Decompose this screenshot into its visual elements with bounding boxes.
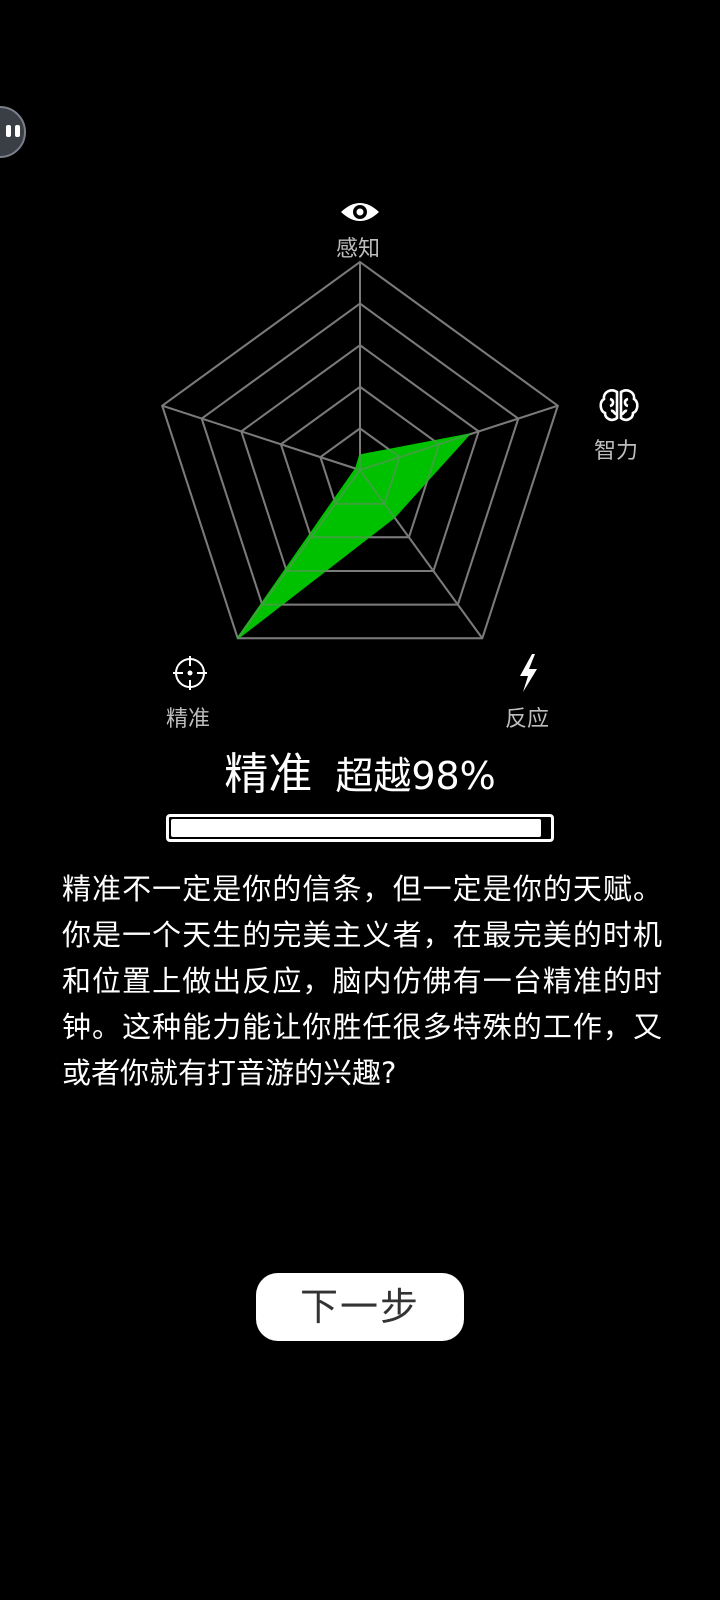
axis-label-perception: 感知 <box>336 237 381 262</box>
eye-icon <box>341 203 379 221</box>
result-surpass: 超越98% <box>335 754 496 798</box>
crosshair-icon <box>173 656 207 690</box>
axis-label-intelligence: 智力 <box>594 439 639 464</box>
radar-grid-overlay <box>161 260 559 640</box>
brain-icon <box>599 389 639 422</box>
lightning-icon <box>520 654 537 692</box>
result-progress-bar <box>166 814 554 842</box>
radar-chart: 感知 智力 反应 精准 <box>0 0 720 740</box>
radar-axis-line <box>359 469 484 639</box>
radar-axis-line <box>161 404 361 471</box>
next-step-button[interactable]: 下一步 <box>256 1273 464 1341</box>
result-description: 精准不一定是你的信条，但一定是你的天赋。你是一个天生的完美主义者，在最完美的时机… <box>62 872 662 1090</box>
result-trait: 精准 <box>224 749 313 800</box>
axis-label-precision: 精准 <box>166 707 211 732</box>
radar-axis-line <box>359 404 559 471</box>
result-progress-fill <box>171 819 542 837</box>
radar-svg <box>161 203 639 692</box>
axis-label-reaction: 反应 <box>505 707 550 732</box>
result-title: 精准 超越98% <box>0 738 720 802</box>
